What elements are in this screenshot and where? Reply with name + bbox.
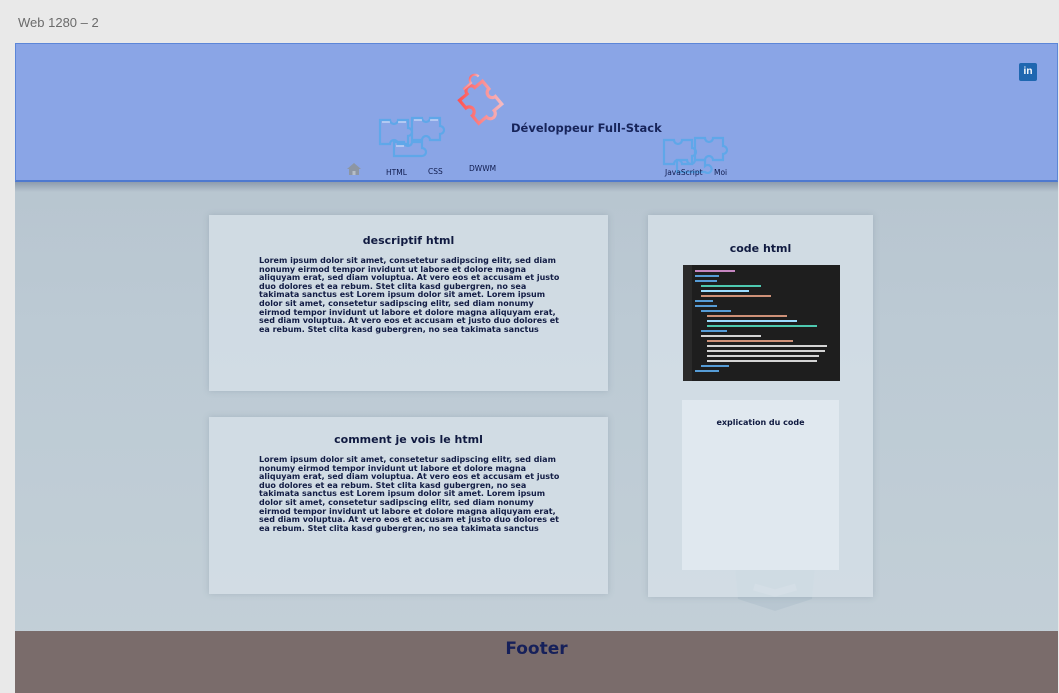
card-code-html: code html explication du code [648,215,873,597]
linkedin-icon[interactable]: in [1019,63,1037,81]
card-title: comment je vois le html [334,433,483,446]
nav-javascript[interactable]: JavaScript [665,168,703,177]
nav-dwwm[interactable]: DWWM [469,164,496,173]
code-screenshot [683,265,840,381]
frame-title: Web 1280 – 2 [18,15,99,30]
explication-title: explication du code [716,418,805,427]
header-shadow [15,182,1058,192]
footer-text: Footer [505,639,568,659]
card-descriptif-html: descriptif html Lorem ipsum dolor sit am… [209,215,608,391]
header: in Développeur Full-Stack HTML CSS DWWM … [15,43,1058,182]
explication-box: explication du code [682,400,839,570]
nav-moi[interactable]: Moi [714,168,727,177]
site-title: Développeur Full-Stack [511,121,662,135]
card-body: Lorem ipsum dolor sit amet, consetetur s… [259,455,560,533]
home-icon[interactable] [346,162,362,176]
puzzle-left-icon [378,116,446,158]
card-title: code html [729,242,792,255]
web-page: in Développeur Full-Stack HTML CSS DWWM … [15,43,1058,693]
card-body: Lorem ipsum dolor sit amet, consetetur s… [259,256,560,334]
footer: Footer [15,631,1058,693]
nav-css[interactable]: CSS [428,167,443,176]
card-comment-je-vois: comment je vois le html Lorem ipsum dolo… [209,417,608,594]
nav-html[interactable]: HTML [386,168,407,177]
card-title: descriptif html [362,234,455,247]
